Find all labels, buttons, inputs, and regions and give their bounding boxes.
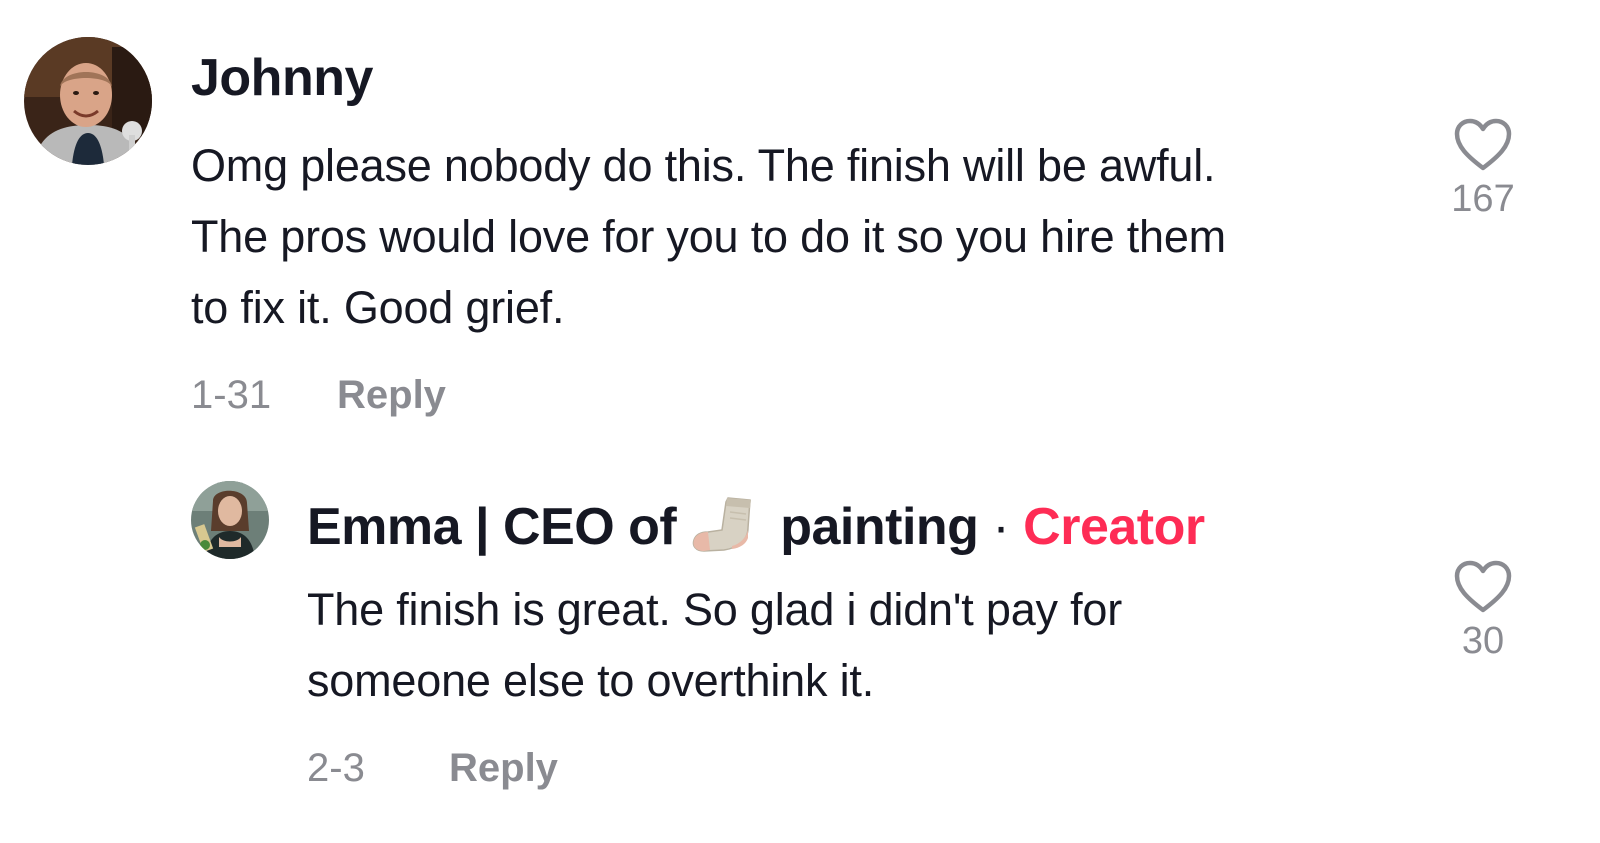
comment-text: Omg please nobody do this. The finish wi… [191,130,1226,343]
reply-date: 2-3 [307,746,365,790]
reply-text-line: The finish is great. So glad i didn't pa… [307,584,1123,635]
comment-username[interactable]: Johnny [191,52,373,104]
username-text: painting [780,498,979,556]
comment-text-line: to fix it. Good grief. [191,282,565,333]
like-count: 167 [1451,178,1515,220]
separator-dot: · [992,498,1010,556]
avatar[interactable] [191,481,269,559]
like-button[interactable]: 167 [1438,118,1528,218]
reply-text-line: someone else to overthink it. [307,655,875,706]
reply-text: The finish is great. So glad i didn't pa… [307,574,1122,716]
comment-date: 1-31 [191,373,272,417]
like-button[interactable]: 30 [1438,560,1528,660]
username-text: Emma | CEO of [307,498,677,556]
creator-badge: Creator [1023,498,1205,556]
reply-button[interactable]: Reply [449,748,558,788]
profile-photo-icon [191,481,269,559]
heart-icon [1454,118,1512,171]
avatar[interactable] [24,37,152,165]
reply-username[interactable]: Emma | CEO of painting · Creator [307,494,1205,554]
sock-emoji-icon [690,494,762,554]
profile-photo-icon [24,37,152,165]
reply-button[interactable]: Reply [337,375,446,415]
comment-text-line: The pros would love for you to do it so … [191,211,1226,262]
like-count: 30 [1461,620,1505,662]
heart-icon [1454,560,1512,613]
comment-text-line: Omg please nobody do this. The finish wi… [191,140,1216,191]
